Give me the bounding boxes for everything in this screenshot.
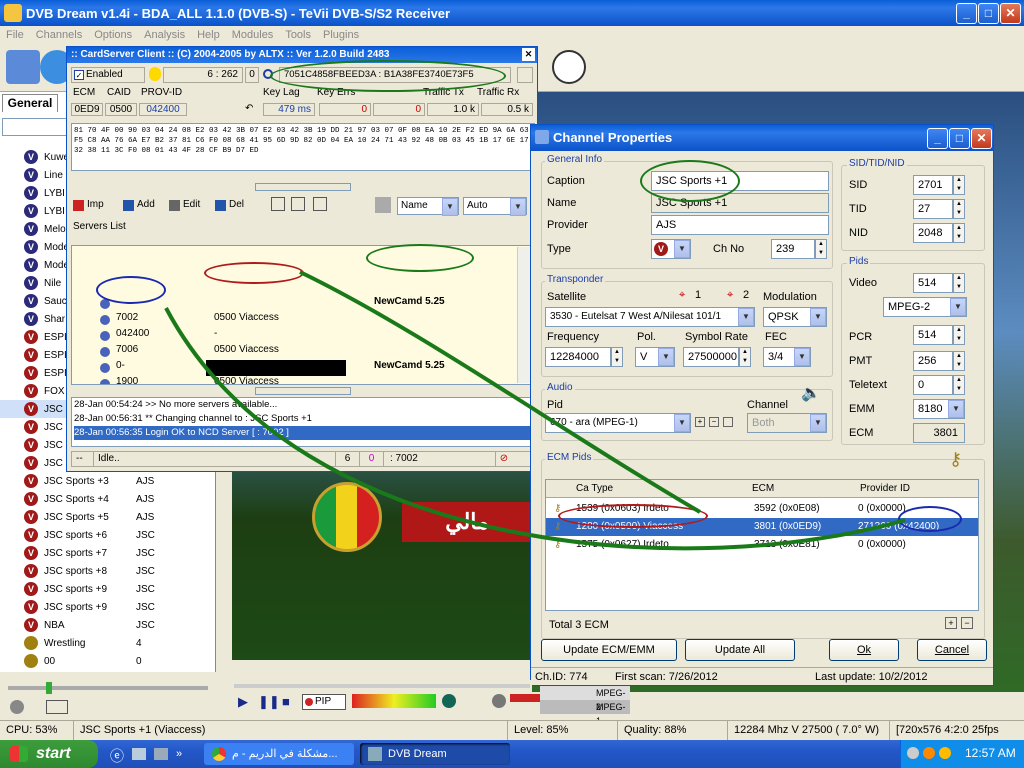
pip-dot-icon xyxy=(305,698,313,706)
play-icon[interactable]: ▶ xyxy=(238,694,248,710)
taskbar-item-dvbdream-label: DVB Dream xyxy=(388,748,447,760)
start-button[interactable]: start xyxy=(0,740,98,768)
channel-status: JSC Sports +1 (Viaccess) xyxy=(74,721,508,740)
desktop-icon[interactable] xyxy=(132,748,146,760)
status-bar: CPU: 53% JSC Sports +1 (Viaccess) Level:… xyxy=(0,720,1024,740)
arrow-viaccess xyxy=(299,270,702,514)
format-status: [720x576 4:2:0 25fps xyxy=(896,724,999,736)
taskbar-item-browser-label: مشكلة في الدريم - م... xyxy=(232,748,338,760)
taskbar-item-dvbdream[interactable]: DVB Dream xyxy=(360,743,510,765)
dollar-icon[interactable] xyxy=(442,694,456,708)
tray-app2-icon[interactable] xyxy=(939,747,951,759)
pip-button[interactable]: PIP xyxy=(302,694,346,710)
mpeg2-indicator: MPEG-2 xyxy=(540,686,630,712)
media-icon[interactable] xyxy=(154,748,168,760)
mpeg1-indicator: MPEG-1 xyxy=(540,700,630,726)
arrow-provid xyxy=(164,307,906,551)
dvbdream-icon xyxy=(368,747,382,761)
format-indicators: MPEG-2 MPEG-1 xyxy=(540,686,630,726)
clock-text: 12:57 AM xyxy=(965,746,1016,760)
taskbar-item-browser[interactable]: مشكلة في الدريم - م... xyxy=(204,743,354,765)
seek-track[interactable] xyxy=(234,684,530,688)
cpu-status: CPU: 53% xyxy=(0,721,74,740)
windows-logo-icon xyxy=(10,746,28,762)
ie-icon[interactable]: ⓔ xyxy=(110,746,124,766)
pip-label: PIP xyxy=(315,696,332,707)
quicklaunch-chevron-icon[interactable]: » xyxy=(176,748,182,760)
quality-status: Quality: 88% xyxy=(618,721,728,740)
start-label: start xyxy=(36,745,71,762)
tune-status: 12284 Mhz V 27500 ( 7.0° W) xyxy=(728,721,890,740)
audio-icon[interactable] xyxy=(492,694,506,708)
tray-back-icon[interactable] xyxy=(907,747,919,759)
signal-meter xyxy=(352,694,436,708)
playback-bar: ▶ ❚❚ ■ PIP xyxy=(232,680,580,720)
stop-playback-icon[interactable]: ■ xyxy=(282,694,290,709)
layout-icon[interactable] xyxy=(46,700,68,714)
record-icon[interactable] xyxy=(10,700,24,714)
volume-track[interactable] xyxy=(8,686,208,690)
chrome-icon xyxy=(212,747,226,761)
annotation-arrows xyxy=(164,270,906,551)
level-status: Level: 85% xyxy=(508,721,618,740)
system-tray: 12:57 AM xyxy=(900,740,1024,768)
volume-thumb[interactable] xyxy=(46,682,52,694)
tray-app-icon[interactable] xyxy=(923,747,935,759)
pause-icon[interactable]: ❚❚ xyxy=(258,694,280,710)
